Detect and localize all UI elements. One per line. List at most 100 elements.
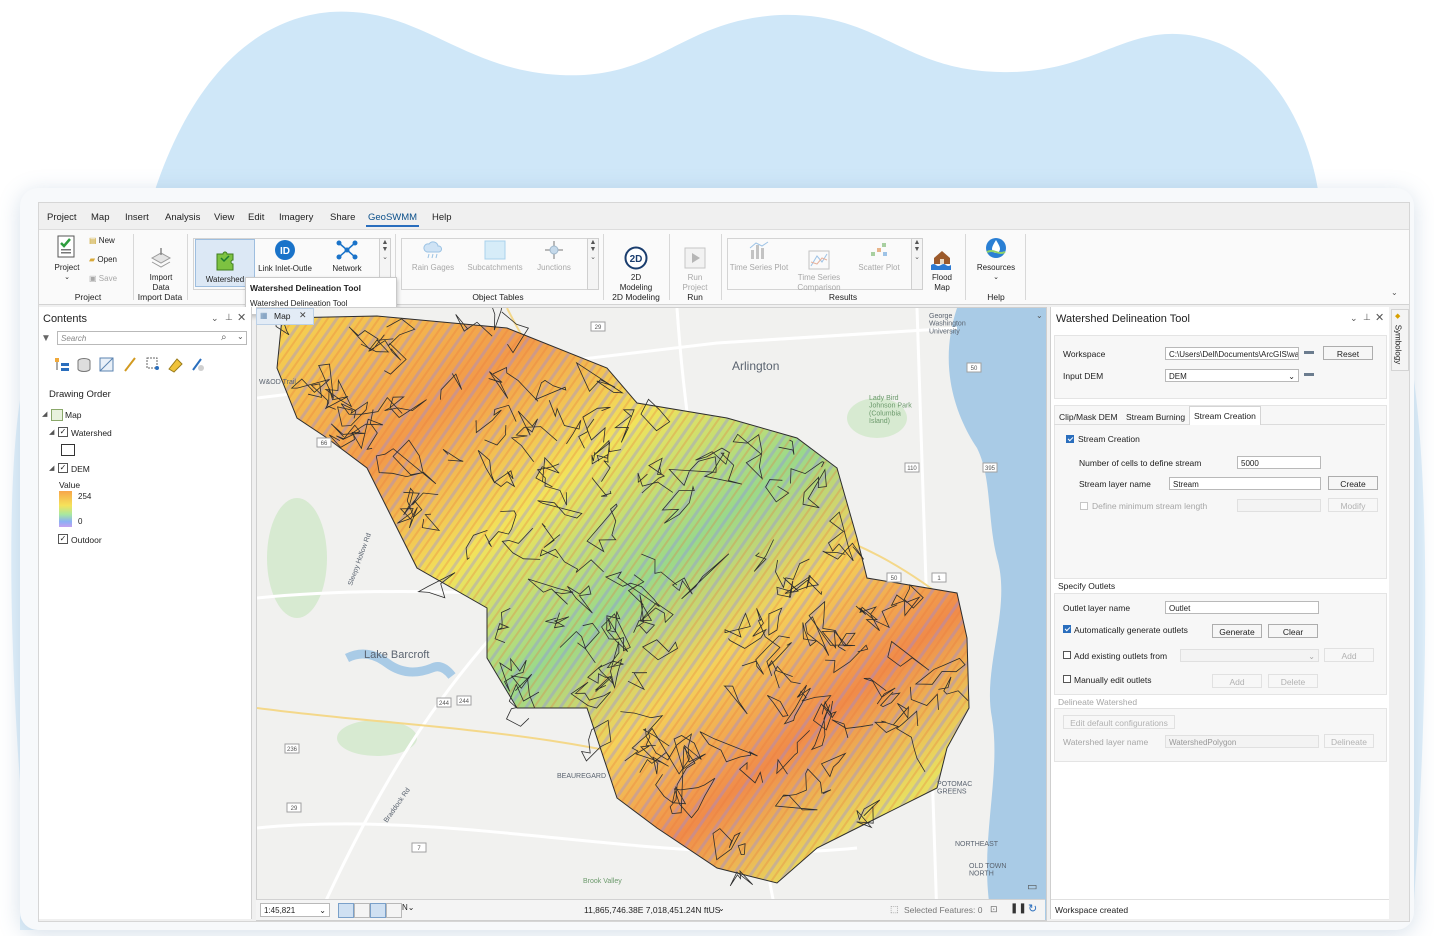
pin-icon[interactable]: ⊥ — [225, 312, 233, 323]
min-stream-length-checkbox[interactable] — [1080, 502, 1088, 510]
menu-share[interactable]: Share — [330, 212, 355, 223]
contents-search-input[interactable]: Search — [57, 331, 247, 345]
grid-icon[interactable] — [354, 903, 370, 918]
existing-outlets-select[interactable]: ⌄ — [1180, 649, 1319, 662]
fixed-zoom-icon[interactable] — [338, 903, 354, 918]
add-edit-button[interactable]: Add — [1212, 674, 1262, 688]
scatter-plot-button[interactable]: Scatter Plot — [851, 240, 907, 273]
collapse-watershed-icon[interactable]: ◢ — [49, 428, 54, 436]
menu-project[interactable]: Project — [47, 212, 77, 223]
ribbon-collapse-icon[interactable]: ⌄ — [1391, 288, 1398, 297]
delineate-button[interactable]: Delineate — [1324, 734, 1374, 748]
scatter-plot-icon — [871, 243, 887, 256]
north-arrow-icon[interactable]: N⌄ — [402, 903, 414, 912]
tool-close-icon[interactable]: ✕ — [1375, 311, 1384, 324]
table-icon[interactable] — [386, 903, 402, 918]
cells-input[interactable]: 5000 — [1237, 456, 1321, 469]
time-series-plot-button[interactable]: Time Series Plot — [729, 240, 789, 273]
map-options-icon[interactable]: ⌄ — [1036, 311, 1043, 320]
tab-stream-burning[interactable]: Stream Burning — [1126, 412, 1185, 422]
menu-edit[interactable]: Edit — [248, 212, 264, 223]
link-inlet-outlet-button[interactable]: ID Link Inlet-Outle — [255, 239, 315, 274]
place-label: W&OD Trail — [259, 379, 296, 386]
notifications-icon[interactable]: ▭ — [1027, 880, 1037, 893]
table-view-icon[interactable]: ⊡ — [990, 904, 998, 915]
map-canvas[interactable]: Arlington Lake Barcroft Lady Bird Johnson… — [257, 308, 1046, 920]
map-view[interactable]: Arlington Lake Barcroft Lady Bird Johnson… — [256, 307, 1047, 921]
stream-layer-input[interactable]: Stream — [1169, 477, 1321, 490]
create-button[interactable]: Create — [1328, 476, 1378, 490]
new-button[interactable]: ▤ New — [89, 236, 129, 246]
close-icon[interactable]: ✕ — [237, 311, 246, 324]
layer-dem[interactable]: DEM — [71, 464, 90, 474]
tool-pin-icon[interactable]: ⊥ — [1363, 312, 1371, 323]
project-label: Project — [54, 263, 80, 272]
watershed-symbol-swatch[interactable] — [61, 444, 75, 456]
collapse-dem-icon[interactable]: ◢ — [49, 464, 54, 472]
menu-geoswmm[interactable]: GeoSWMM — [365, 212, 420, 227]
reset-button[interactable]: Reset — [1323, 346, 1373, 360]
map-node[interactable]: Map — [65, 410, 82, 420]
min-stream-length-input[interactable] — [1237, 499, 1321, 512]
map-tab[interactable]: ▦ Map ✕ — [256, 308, 314, 325]
watershed-puzzle-icon — [216, 251, 234, 271]
menu-view[interactable]: View — [214, 212, 234, 223]
search-icon[interactable]: ⌕ — [221, 332, 227, 343]
tab-clip-mask-dem[interactable]: Clip/Mask DEM — [1059, 412, 1118, 422]
junctions-button[interactable]: Junctions — [529, 240, 579, 273]
group-label-object-tables: Object Tables — [472, 292, 524, 302]
delete-button[interactable]: Delete — [1268, 674, 1318, 688]
network-button[interactable]: Network — [319, 239, 375, 274]
navigator-icon[interactable] — [370, 903, 386, 918]
generate-button[interactable]: Generate — [1212, 624, 1262, 638]
outlet-layer-input[interactable]: Outlet — [1165, 601, 1319, 614]
subcatchments-button[interactable]: Subcatchments — [463, 240, 527, 273]
add-outlets-button[interactable]: Add — [1324, 648, 1374, 662]
rain-gages-button[interactable]: Rain Gages — [405, 240, 461, 273]
stream-creation-checkbox[interactable] — [1066, 435, 1074, 443]
selection-tool-icon[interactable]: ⬚ — [890, 904, 899, 915]
pause-icon[interactable]: ❚❚ — [1010, 903, 1027, 914]
workspace-folder-icon[interactable]: ▬ — [1304, 346, 1314, 357]
existing-outlets-checkbox[interactable] — [1063, 651, 1071, 659]
outdoor-checkbox[interactable]: ✓ — [58, 534, 68, 544]
project-button[interactable]: Project ⌄ — [49, 234, 85, 283]
input-dem-select[interactable]: DEM ⌄ — [1165, 369, 1299, 382]
auto-generate-checkbox[interactable] — [1063, 625, 1071, 633]
dem-folder-icon[interactable]: ▬ — [1304, 368, 1314, 379]
refresh-icon[interactable]: ↻ — [1028, 902, 1037, 915]
symbology-side-tab[interactable]: ◆ Symbology — [1391, 309, 1409, 371]
menu-imagery[interactable]: Imagery — [279, 212, 313, 223]
resources-button[interactable]: Resources ⌄ — [971, 236, 1021, 283]
dem-checkbox[interactable]: ✓ — [58, 463, 68, 473]
clear-button[interactable]: Clear — [1268, 624, 1318, 638]
workspace-input[interactable]: C:\Users\Dell\Documents\ArcGIS\wa — [1165, 347, 1299, 360]
filter-icon[interactable]: ▼ — [41, 333, 51, 344]
layer-outdoor[interactable]: Outdoor — [71, 535, 102, 545]
layer-watershed[interactable]: Watershed — [71, 428, 112, 438]
watershed-checkbox[interactable]: ✓ — [58, 427, 68, 437]
search-dropdown-icon[interactable]: ⌄ — [237, 332, 244, 341]
dem-color-ramp[interactable] — [59, 491, 72, 527]
menu-help[interactable]: Help — [432, 212, 452, 223]
menu-analysis[interactable]: Analysis — [165, 212, 200, 223]
modify-button[interactable]: Modify — [1328, 498, 1378, 512]
map-tab-close-icon[interactable]: ✕ — [299, 310, 307, 321]
coordinates-dropdown-icon[interactable]: ⌄ — [718, 904, 725, 913]
menu-map[interactable]: Map — [91, 212, 109, 223]
scale-select[interactable]: 1:45,821 ⌄ — [260, 903, 330, 917]
tab-stream-creation[interactable]: Stream Creation — [1194, 411, 1256, 421]
save-button[interactable]: ▣ Save — [89, 274, 129, 284]
pane-options-icon[interactable]: ⌄ — [211, 313, 219, 324]
flood-map-button[interactable]: Flood Map — [925, 238, 959, 303]
watershed-layer-input[interactable]: WatershedPolygon — [1165, 735, 1319, 748]
results-scroll[interactable]: ▲ ▼ ⌄ — [911, 238, 923, 290]
group-label-project: Project — [74, 292, 102, 302]
menu-insert[interactable]: Insert — [125, 212, 149, 223]
tool-options-icon[interactable]: ⌄ — [1350, 313, 1358, 324]
object-tables-scroll[interactable]: ▲ ▼ ⌄ — [587, 238, 599, 290]
open-button[interactable]: ▰ Open — [89, 255, 129, 265]
collapse-map-icon[interactable]: ◢ — [42, 410, 47, 418]
edit-config-button[interactable]: Edit default configurations — [1063, 715, 1175, 729]
manual-edit-checkbox[interactable] — [1063, 675, 1071, 683]
